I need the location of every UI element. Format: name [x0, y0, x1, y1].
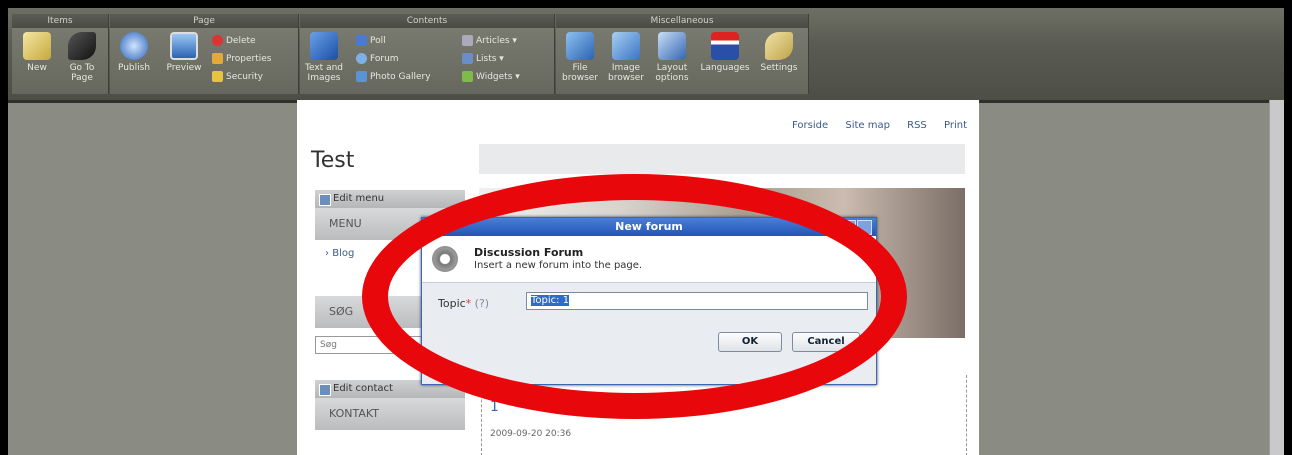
top-links: Forside Site map RSS Print — [778, 120, 967, 131]
layout-icon — [658, 32, 686, 60]
poll-icon — [356, 35, 367, 46]
contact-box: Edit contact KONTAKT — [315, 380, 465, 430]
go-to-page-button[interactable]: Go To Page — [62, 32, 102, 83]
feather-icon — [68, 32, 96, 60]
home-link[interactable]: Forside — [792, 120, 828, 131]
page-title: Test — [311, 148, 355, 173]
title-banner — [479, 144, 965, 174]
globe-icon — [120, 32, 148, 60]
group-title: Contents — [300, 14, 554, 28]
post-date: 2009-09-20 20:36 — [490, 429, 572, 439]
properties-icon — [212, 53, 223, 64]
settings-button[interactable]: Settings — [756, 32, 802, 73]
poll-button[interactable]: Poll — [356, 34, 386, 48]
widgets-button[interactable]: Widgets ▾ — [462, 70, 520, 84]
properties-button[interactable]: Properties — [212, 52, 271, 66]
pencil-icon — [23, 32, 51, 60]
text-and-images-button[interactable]: Text and Images — [304, 32, 344, 83]
text-icon — [310, 32, 338, 60]
vertical-scrollbar[interactable] — [1269, 100, 1284, 455]
languages-button[interactable]: Languages — [698, 32, 752, 73]
rss-link[interactable]: RSS — [907, 120, 927, 131]
lists-button[interactable]: Lists ▾ — [462, 52, 504, 66]
flag-icon — [711, 32, 739, 60]
group-title: Miscellaneous — [556, 14, 808, 28]
folder-icon — [566, 32, 594, 60]
edit-menu-button[interactable]: Edit menu — [315, 190, 465, 208]
list-icon — [462, 53, 473, 64]
delete-icon — [212, 35, 223, 46]
ribbon-toolbar: Items New Go To Page Page Publish Previe… — [8, 8, 1284, 103]
forum-button[interactable]: Forum — [356, 52, 399, 66]
publish-button[interactable]: Publish — [114, 32, 154, 73]
widgets-icon — [462, 71, 473, 82]
forum-icon — [356, 53, 367, 64]
monitor-icon — [170, 32, 198, 60]
preview-button[interactable]: Preview — [164, 32, 204, 73]
image-browser-button[interactable]: Image browser — [606, 32, 646, 83]
image-icon — [612, 32, 640, 60]
wrench-icon — [765, 32, 793, 60]
ribbon-group-items: Items New Go To Page — [12, 14, 109, 94]
print-link[interactable]: Print — [944, 120, 967, 131]
delete-button[interactable]: Delete — [212, 34, 256, 48]
articles-button[interactable]: Articles ▾ — [462, 34, 517, 48]
lock-icon — [212, 71, 223, 82]
gallery-icon — [356, 71, 367, 82]
photo-gallery-button[interactable]: Photo Gallery — [356, 70, 431, 84]
ribbon-group-page: Page Publish Preview Delete Properties S… — [110, 14, 299, 94]
sitemap-link[interactable]: Site map — [845, 120, 890, 131]
articles-icon — [462, 35, 473, 46]
annotation-circle — [362, 174, 907, 419]
ribbon-group-miscellaneous: Miscellaneous File browser Image browser… — [556, 14, 809, 94]
layout-options-button[interactable]: Layout options — [652, 32, 692, 83]
new-button[interactable]: New — [20, 32, 54, 73]
group-title: Items — [12, 14, 108, 28]
ribbon-group-contents: Contents Text and Images Poll Forum Phot… — [300, 14, 555, 94]
group-title: Page — [110, 14, 298, 28]
contact-header: KONTAKT — [315, 398, 465, 430]
security-button[interactable]: Security — [212, 70, 263, 84]
file-browser-button[interactable]: File browser — [560, 32, 600, 83]
